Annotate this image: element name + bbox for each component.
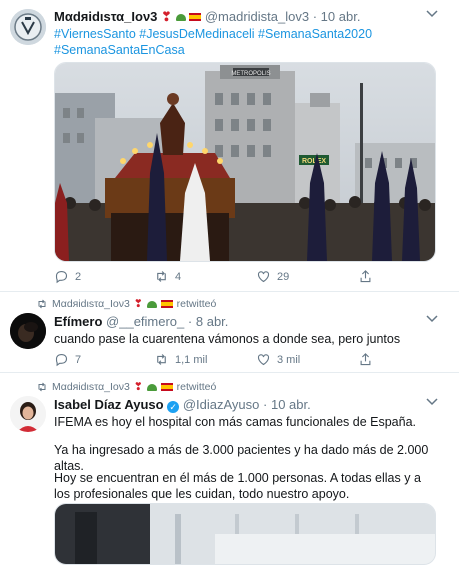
author-name[interactable]: Isabel Díaz Ayuso — [54, 397, 164, 412]
spain-flag-icon — [160, 383, 173, 391]
share-button[interactable] — [358, 269, 373, 284]
spain-flag-icon — [160, 300, 173, 308]
share-button[interactable] — [358, 352, 373, 367]
tweet-header: Isabel Díaz Ayuso ✓ @IdiazAyuso · 10 abr… — [54, 397, 311, 413]
avatar-image — [10, 313, 46, 349]
photo-sign-rolex: ROLEX — [302, 158, 326, 165]
tweet-photo[interactable]: METROPOLIS ROLEX — [54, 62, 436, 262]
author-handle[interactable]: @__efimero_ — [106, 314, 184, 329]
tweet-text: cuando pase la cuarentena vámonos a dond… — [54, 332, 401, 346]
tweet-header: Efímero @__efimero_ · 8 abr. — [54, 314, 228, 330]
author-name[interactable]: Efímero — [54, 314, 102, 329]
author-handle[interactable]: @madridista_lov3 — [205, 9, 309, 24]
tweet-photo[interactable] — [54, 503, 436, 565]
avatar-logo-icon — [10, 9, 46, 45]
avatar-image — [10, 396, 46, 432]
author-handle[interactable]: @IdiazAyuso — [183, 397, 260, 412]
retweet-button[interactable]: 1,1 mil — [154, 352, 207, 367]
retweet-small-icon — [38, 382, 46, 392]
tweet-actions: 2 4 29 — [54, 269, 434, 285]
tweet-3[interactable]: Мαdяidιsτα_Ιον3 ❣ retwitteó Isabel Díaz … — [0, 373, 459, 565]
tweet-1[interactable]: Мαdяidιsτα_Ιον3 ❣ @madridista_lov3 · 10 … — [0, 0, 459, 291]
retweeted-label: retwitteó — [176, 298, 217, 310]
like-count: 29 — [277, 270, 290, 283]
chevron-down-icon[interactable] — [426, 397, 438, 409]
reply-icon — [55, 270, 68, 284]
like-count: 3 mil — [277, 353, 301, 366]
share-icon — [360, 353, 371, 366]
retweet-small-icon — [38, 299, 46, 309]
like-button[interactable]: 29 — [256, 269, 289, 284]
like-button[interactable]: 3 mil — [256, 352, 300, 367]
retweet-button[interactable]: 4 — [154, 269, 181, 284]
retweeted-label: retwitteó — [176, 381, 217, 393]
reply-count: 7 — [75, 353, 82, 366]
tweet-date[interactable]: 8 abr. — [196, 314, 229, 329]
hashtag-list[interactable]: #ViernesSanto #JesusDeMedinaceli #Semana… — [54, 26, 384, 58]
retweet-icon — [157, 271, 166, 282]
chevron-down-icon[interactable] — [426, 9, 438, 21]
tweet-2[interactable]: Мαdяidιsτα_Ιον3 ❣ retwitteó Efímero @__e… — [0, 292, 459, 372]
retweet-context: Мαdяidιsτα_Ιον3 ❣ retwitteó — [36, 298, 216, 310]
avatar[interactable] — [10, 313, 46, 349]
retweet-count: 1,1 mil — [175, 353, 208, 366]
separator-dot: · — [312, 9, 318, 24]
tweet-date[interactable]: 10 abr. — [271, 397, 311, 412]
turtle-emoji-icon — [175, 14, 186, 21]
reply-count: 2 — [75, 270, 82, 283]
procession-photo: METROPOLIS ROLEX — [55, 63, 435, 261]
tweet-text-paragraph-1: IFEMA es hoy el hospital con más camas f… — [54, 415, 416, 429]
heart-exclamation-icon: ❣ — [161, 9, 172, 24]
avatar[interactable] — [10, 9, 46, 45]
reply-button[interactable]: 2 — [54, 269, 81, 284]
reply-button[interactable]: 7 — [54, 352, 81, 367]
separator-dot: · — [187, 314, 193, 329]
retweet-icon — [157, 354, 166, 365]
tweet-date[interactable]: 10 abr. — [321, 9, 361, 24]
tweet-text-paragraph-3: Hoy se encuentran en él más de 1.000 per… — [54, 471, 421, 501]
retweet-context: Мαdяidιsτα_Ιον3 ❣ retwitteó — [36, 381, 216, 393]
verified-badge-icon: ✓ — [167, 401, 180, 413]
turtle-emoji-icon — [146, 300, 157, 308]
heart-exclamation-icon: ❣ — [133, 381, 143, 393]
retweet-count: 4 — [175, 270, 182, 283]
avatar[interactable] — [10, 396, 46, 432]
turtle-emoji-icon — [146, 383, 157, 391]
chevron-down-icon[interactable] — [426, 314, 438, 326]
separator-dot: · — [263, 397, 268, 412]
photo-sign-metropolis: METROPOLIS — [231, 71, 270, 77]
tweet-header: Мαdяidιsτα_Ιον3 ❣ @madridista_lov3 · 10 … — [54, 9, 360, 25]
retweeter-name[interactable]: Мαdяidιsτα_Ιον3 — [52, 298, 130, 310]
reply-icon — [55, 353, 68, 367]
spain-flag-icon — [189, 13, 202, 21]
retweeter-name[interactable]: Мαdяidιsτα_Ιον3 — [52, 381, 130, 393]
heart-icon — [257, 354, 270, 366]
share-icon — [360, 270, 371, 283]
heart-exclamation-icon: ❣ — [133, 298, 143, 310]
heart-icon — [257, 271, 270, 283]
hospital-photo — [55, 504, 435, 564]
author-name[interactable]: Мαdяidιsτα_Ιον3 — [54, 9, 157, 24]
tweet-actions: 7 1,1 mil 3 mil — [54, 352, 434, 368]
